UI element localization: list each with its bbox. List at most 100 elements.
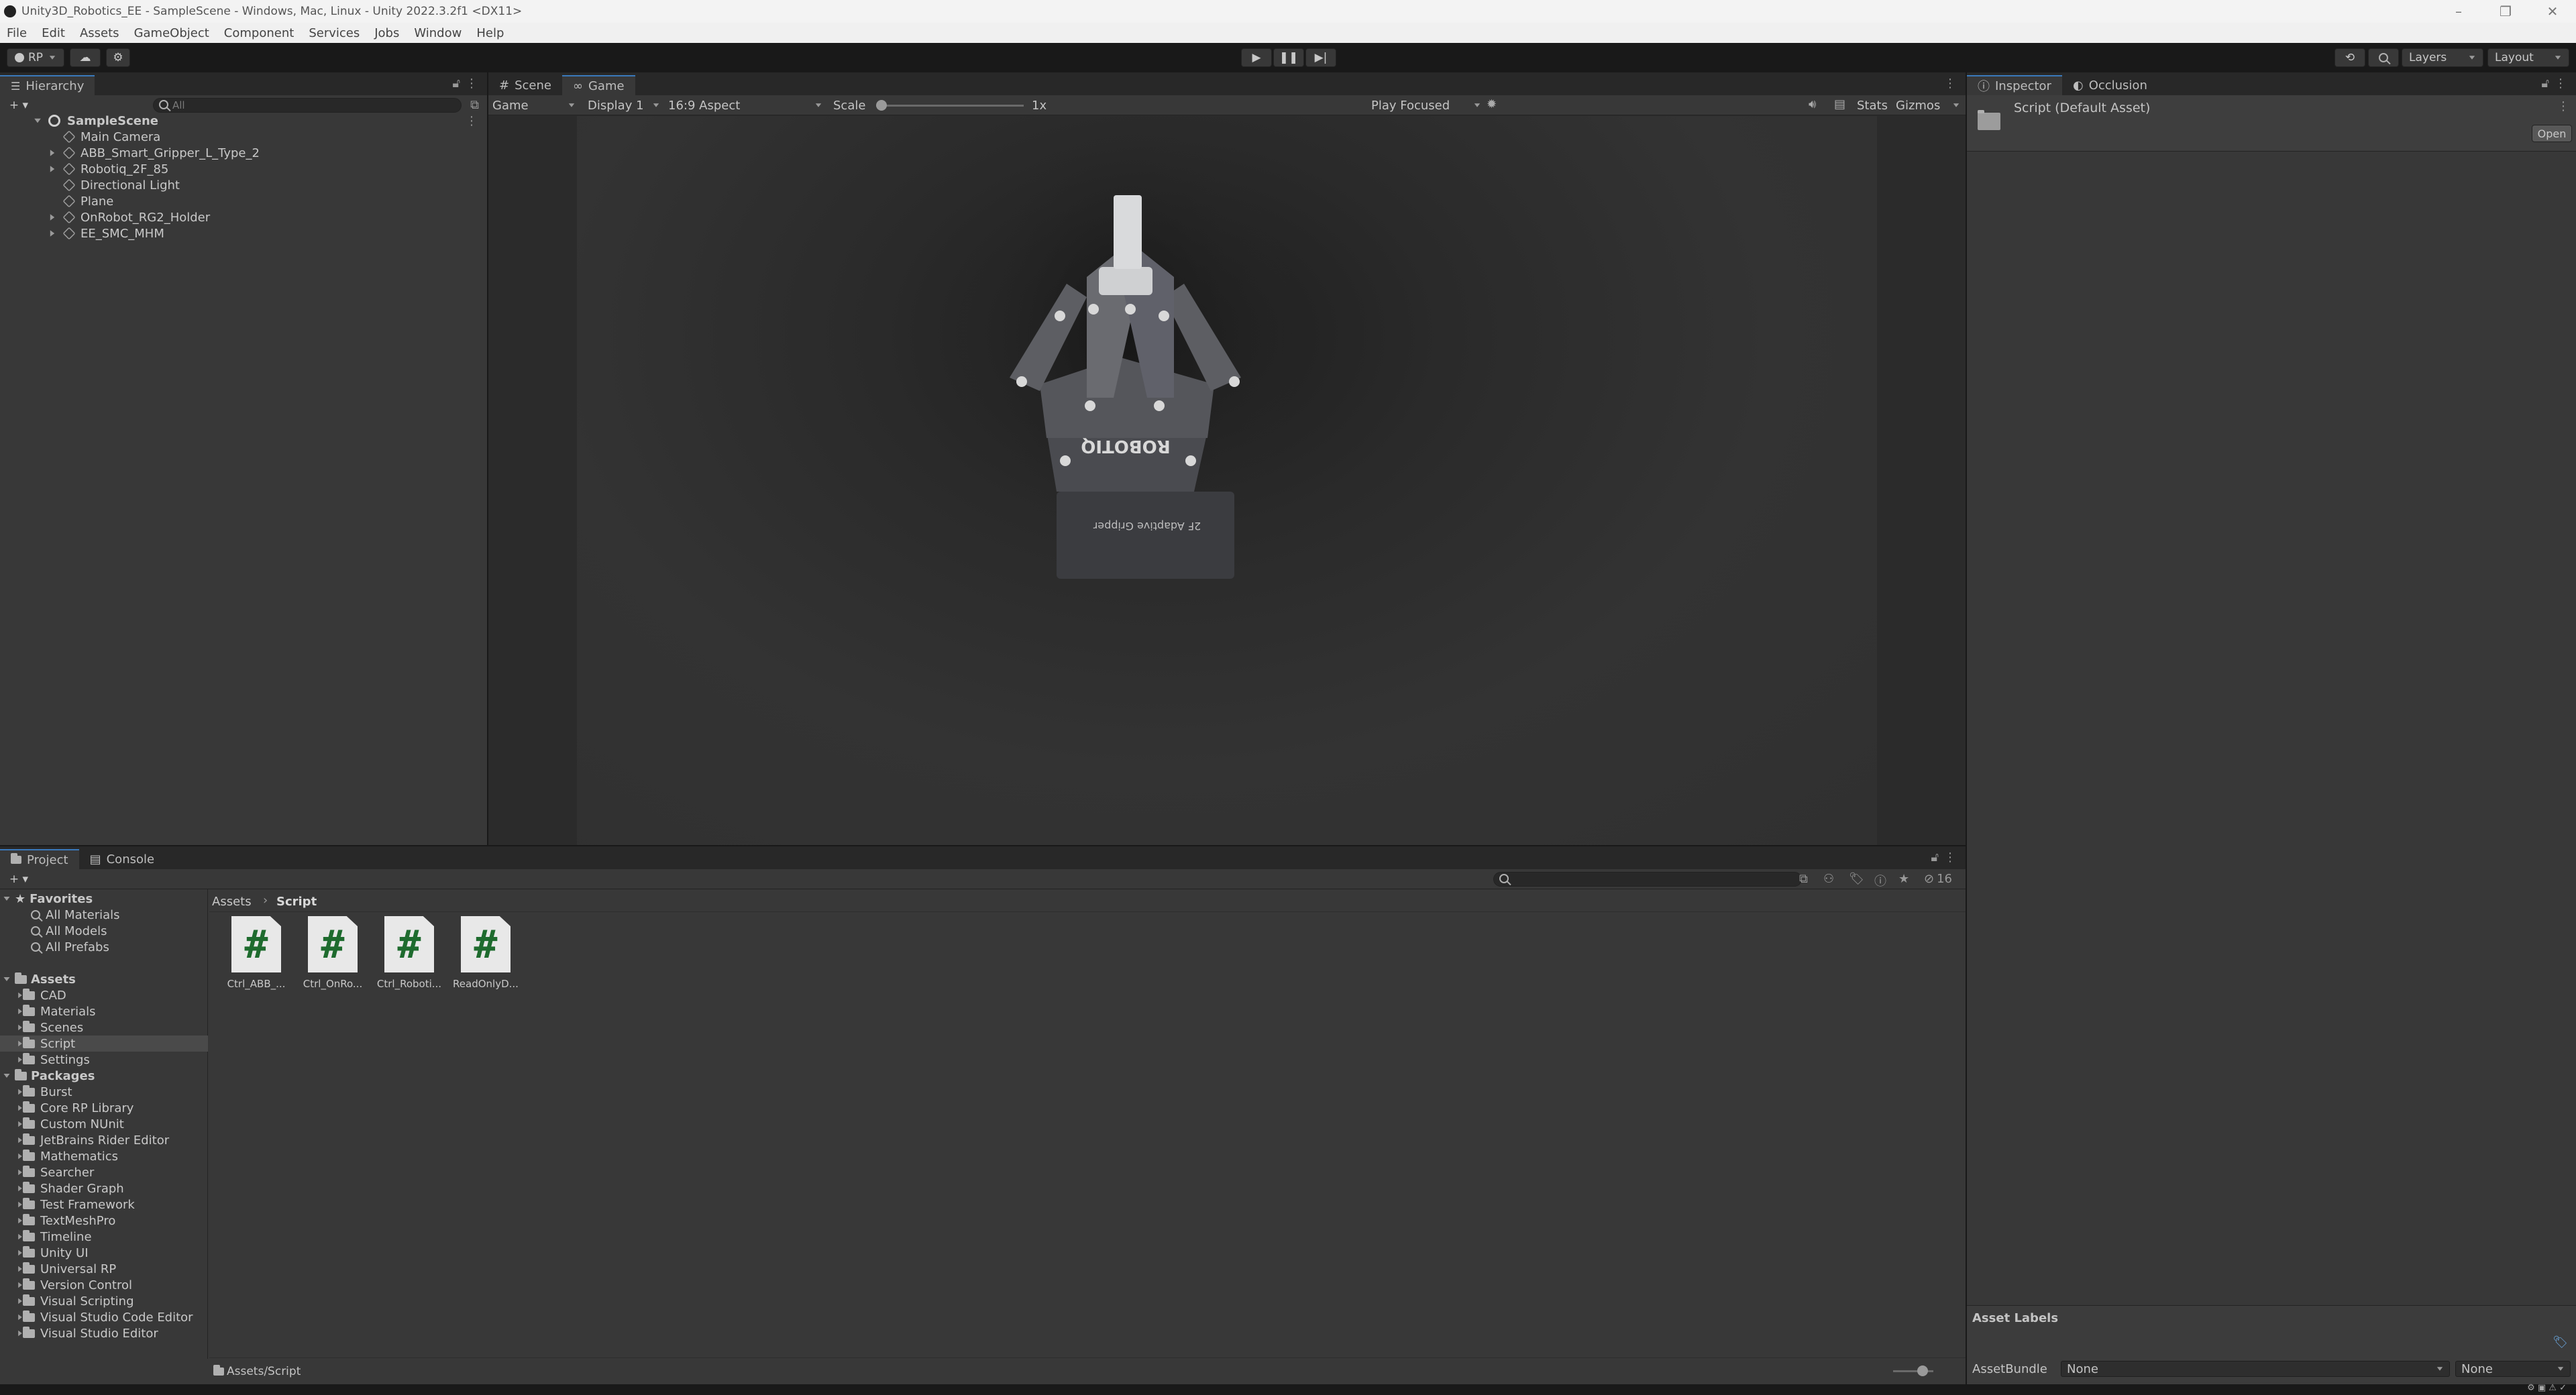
tag-icon[interactable]: 🏷︎ [2553,1335,2568,1349]
menu-item-edit[interactable]: Edit [42,26,65,40]
tree-item[interactable]: Burst [0,1084,208,1100]
history-button[interactable]: ⟲ [2334,48,2365,67]
tab-hierarchy[interactable]: ☰ Hierarchy [0,75,95,95]
hierarchy-item[interactable]: ABB_Smart_Gripper_L_Type_2 [0,145,487,161]
layout-dropdown[interactable]: Layout [2487,48,2569,67]
tree-item[interactable]: Custom NUnit [0,1116,208,1132]
expand-arrow-icon[interactable] [3,1074,10,1078]
minimize-button[interactable]: – [2435,0,2482,23]
menu-item-jobs[interactable]: Jobs [374,26,399,40]
expand-arrow-icon[interactable] [50,213,55,221]
tree-item[interactable]: Materials [0,1003,208,1019]
asset-script-file[interactable]: # Ctrl_Roboti... [376,916,443,990]
expand-arrow-icon[interactable] [18,1121,22,1127]
lock-icon[interactable]: 🔓︎ [452,76,460,91]
tree-section-favorites_label[interactable]: ★ Favorites [0,891,208,907]
more-menu-icon[interactable]: ⋮ [2557,99,2569,113]
gizmos-dropdown[interactable]: Gizmos [1896,97,1960,113]
view-mode-dropdown[interactable]: Game [492,97,580,113]
hierarchy-item[interactable]: OnRobot_RG2_Holder [0,209,487,225]
expand-arrow-icon[interactable] [18,1040,22,1046]
menu-item-assets[interactable]: Assets [80,26,119,40]
expand-arrow-icon[interactable] [18,1008,22,1014]
display-dropdown[interactable]: Display 1 [588,97,663,113]
play-button[interactable]: ▶ [1241,48,1272,67]
tree-item[interactable]: Scenes [0,1019,208,1036]
tree-item[interactable]: All Materials [0,907,208,923]
tree-item[interactable]: Visual Studio Code Editor [0,1309,208,1325]
filter-info-icon[interactable]: ⓘ [1874,872,1886,889]
tab-occlusion[interactable]: ◐ Occlusion [2062,75,2158,95]
tree-item[interactable]: Timeline [0,1229,208,1245]
expand-arrow-icon[interactable] [18,1185,22,1191]
lock-icon[interactable]: 🔓︎ [2541,76,2549,91]
aspect-dropdown[interactable]: 16:9 Aspect [668,97,825,113]
expand-arrow-icon[interactable] [18,1056,22,1062]
tree-item[interactable]: Core RP Library [0,1100,208,1116]
icon-size-slider[interactable] [1893,1365,1933,1376]
tree-item[interactable]: JetBrains Rider Editor [0,1132,208,1148]
tree-section-packages_label[interactable]: Packages [0,1068,208,1084]
asset-variant-dropdown[interactable]: None [2455,1361,2571,1377]
expand-arrow-icon[interactable] [18,1105,22,1111]
close-button[interactable]: ✕ [2529,0,2576,23]
tab-inspector[interactable]: ⓘ Inspector [1967,75,2062,95]
more-menu-icon[interactable]: ⋮ [2555,76,2567,91]
stats-icon[interactable]: ▤ [1834,97,1845,111]
tree-item[interactable]: All Models [0,923,208,939]
add-object-button[interactable]: + ▾ [5,97,32,113]
menu-item-component[interactable]: Component [224,26,294,40]
open-button[interactable]: Open [2532,125,2572,142]
hierarchy-item[interactable]: EE_SMC_MHM [0,225,487,241]
breadcrumb-assets[interactable]: Assets [212,895,252,909]
stats-button[interactable]: Stats [1857,99,1888,113]
expand-arrow-icon[interactable] [18,1217,22,1223]
pause-button[interactable]: ❚❚ [1273,48,1304,67]
expand-arrow-icon[interactable] [18,1137,22,1143]
account-dropdown[interactable]: RP [7,48,64,67]
expand-arrow-icon[interactable] [50,149,55,156]
tab-scene[interactable]: # Scene [488,75,562,95]
menu-item-window[interactable]: Window [414,26,462,40]
expand-arrow-icon[interactable] [18,1249,22,1256]
tree-item[interactable]: Settings [0,1052,208,1068]
maximize-button[interactable]: ❐ [2482,0,2529,23]
menu-item-file[interactable]: File [7,26,27,40]
expand-arrow-icon[interactable] [18,1201,22,1207]
more-menu-icon[interactable]: ⋮ [466,114,478,128]
expand-arrow-icon[interactable] [50,165,55,172]
filter-by-label-icon[interactable]: 🏷︎ [1849,872,1864,886]
expand-arrow-icon[interactable] [18,992,22,998]
expand-arrow-icon[interactable] [18,1153,22,1159]
scale-slider[interactable] [876,100,1024,111]
tree-item[interactable]: Version Control [0,1277,208,1293]
asset-script-file[interactable]: # ReadOnlyD... [452,916,519,990]
services-button[interactable]: ⚙ [106,48,130,67]
expand-arrow-icon[interactable] [18,1169,22,1175]
tree-section-assets_label[interactable]: Assets [0,971,208,987]
tree-item[interactable]: Unity UI [0,1245,208,1261]
search-by-type-icon[interactable]: ⧉ [1799,872,1808,886]
create-asset-button[interactable]: + ▾ [5,871,32,887]
mute-audio-icon[interactable]: 🔊︎ [1809,97,1816,111]
asset-bundle-dropdown[interactable]: None [2061,1361,2450,1377]
game-viewport[interactable]: ROBOTIQ 2F Adaptive Gripper [577,116,1877,845]
expand-arrow-icon[interactable] [50,229,55,237]
asset-script-file[interactable]: # Ctrl_OnRo... [299,916,366,990]
project-search-input[interactable] [1493,872,1802,887]
breadcrumb-script[interactable]: Script [276,895,317,909]
more-menu-icon[interactable]: ⋮ [1944,76,1956,91]
menu-item-help[interactable]: Help [476,26,504,40]
favorite-star-icon[interactable]: ★ [1898,872,1909,886]
asset-script-file[interactable]: # Ctrl_ABB_... [223,916,290,990]
menu-item-gameobject[interactable]: GameObject [134,26,209,40]
hierarchy-search-input[interactable]: All [153,98,462,113]
lock-icon[interactable]: 🔓︎ [1931,850,1939,864]
hierarchy-item[interactable]: Plane [0,193,487,209]
cloud-button[interactable]: ☁ [70,48,101,67]
scene-row[interactable]: SampleScene ⋮ [0,113,487,129]
search-button[interactable] [2368,48,2399,67]
tab-console[interactable]: ▤ Console [79,849,165,869]
icon-size-slider-handle[interactable] [1917,1365,1928,1376]
tree-item[interactable]: TextMeshPro [0,1213,208,1229]
